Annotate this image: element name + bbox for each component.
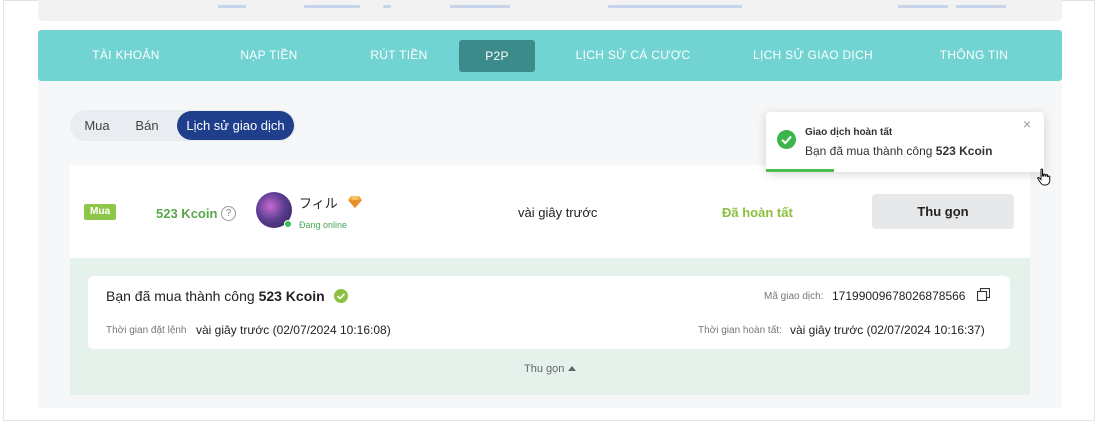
close-icon[interactable]: × bbox=[1023, 116, 1031, 132]
online-indicator-icon bbox=[284, 220, 292, 228]
transaction-detail-card bbox=[88, 276, 1010, 349]
nav-tab-rut-tien[interactable]: RÚT TIỀN bbox=[344, 30, 454, 81]
online-status-text: Đang online bbox=[299, 220, 348, 230]
nav-tab-lich-su-giao-dich[interactable]: LỊCH SỬ GIAO DỊCH bbox=[748, 30, 878, 81]
toast-title: Giao dịch hoàn tất bbox=[805, 127, 893, 138]
transaction-amount: 523 Kcoin bbox=[156, 206, 218, 221]
segment-sell[interactable]: Bán bbox=[124, 110, 170, 141]
help-icon[interactable]: ? bbox=[221, 206, 236, 221]
toast-message: Bạn đã mua thành công 523 Kcoin bbox=[805, 144, 992, 158]
nav-tab-nap-tien[interactable]: NẠP TIỀN bbox=[216, 30, 322, 81]
order-time-value: vài giây trước (02/07/2024 10:16:08) bbox=[196, 323, 391, 337]
toast-message-prefix: Bạn đã mua thành công bbox=[805, 144, 933, 158]
nav-tab-tai-khoan[interactable]: TÀI KHOẢN bbox=[76, 30, 176, 81]
check-circle-icon bbox=[334, 289, 348, 303]
status-badge: Đã hoàn tất bbox=[722, 205, 793, 220]
segment-history[interactable]: Lịch sử giao dịch bbox=[177, 111, 294, 140]
diamond-icon bbox=[348, 196, 362, 208]
complete-time-label: Thời gian hoàn tất: bbox=[698, 325, 782, 336]
detail-title-amount: 523 Kcoin bbox=[258, 288, 325, 304]
tx-id-label: Mã giao dịch: bbox=[764, 291, 824, 302]
collapse-link-label: Thu gọn bbox=[524, 363, 565, 375]
collapse-button[interactable]: Thu gọn bbox=[872, 194, 1014, 229]
detail-title: Bạn đã mua thành công 523 Kcoin bbox=[106, 288, 325, 304]
caret-up-icon bbox=[568, 366, 577, 371]
copy-icon[interactable] bbox=[977, 288, 990, 301]
success-check-icon bbox=[777, 130, 796, 149]
segment-buy[interactable]: Mua bbox=[76, 110, 118, 141]
tx-id-value: 17199009678026878566 bbox=[832, 289, 966, 303]
trader-name: フィル bbox=[299, 196, 338, 211]
transaction-type-badge: Mua bbox=[84, 204, 116, 220]
collapse-link[interactable]: Thu gọn bbox=[524, 363, 577, 375]
success-toast bbox=[766, 112, 1044, 172]
p2p-segment-control: Mua Bán Lịch sử giao dịch bbox=[70, 110, 296, 141]
order-time-label: Thời gian đặt lệnh bbox=[106, 325, 187, 336]
nav-tab-thong-tin[interactable]: THÔNG TIN bbox=[926, 30, 1022, 81]
transaction-time: vài giây trước bbox=[518, 205, 598, 220]
detail-title-prefix: Bạn đã mua thành công bbox=[106, 288, 255, 304]
top-header-strip bbox=[38, 0, 1062, 21]
nav-tab-p2p[interactable]: P2P bbox=[459, 40, 535, 72]
toast-progress-bar bbox=[766, 169, 834, 172]
nav-tab-lich-su-ca-cuoc[interactable]: LỊCH SỬ CÁ CƯỢC bbox=[570, 30, 696, 81]
main-nav: TÀI KHOẢN NẠP TIỀN RÚT TIỀN P2P LỊCH SỬ … bbox=[38, 30, 1062, 81]
complete-time-value: vài giây trước (02/07/2024 10:16:37) bbox=[790, 323, 985, 337]
hand-cursor-icon bbox=[1037, 168, 1051, 186]
toast-message-amount: 523 Kcoin bbox=[935, 144, 993, 158]
